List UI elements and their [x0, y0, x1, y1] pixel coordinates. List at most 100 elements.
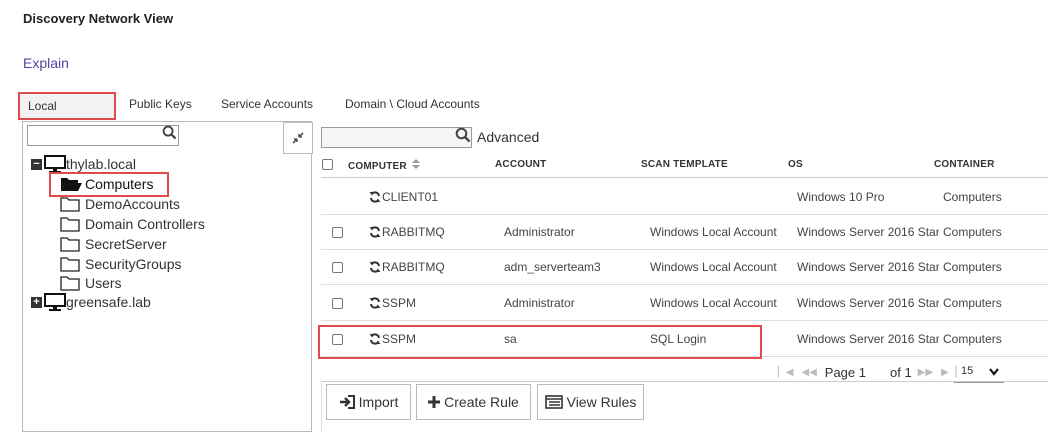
- container-cell: Computers: [943, 296, 1002, 310]
- tab-domain-cloud-accounts[interactable]: Domain \ Cloud Accounts: [337, 92, 488, 120]
- prev-page-icon[interactable]: ◀◀: [801, 367, 816, 378]
- row-checkbox[interactable]: [332, 227, 343, 238]
- folder-icon: [60, 257, 80, 272]
- tree-node-domain-controllers[interactable]: Domain Controllers: [60, 214, 205, 234]
- computer-icon: [44, 155, 66, 173]
- row-highlight: [318, 325, 762, 359]
- page-size-value: 15: [961, 365, 974, 377]
- tree-node-users[interactable]: Users: [60, 273, 122, 293]
- expand-toggle-icon[interactable]: +: [31, 296, 42, 308]
- account-cell: Administrator: [504, 225, 575, 239]
- collapse-icon: [292, 132, 304, 144]
- refresh-icon: [369, 226, 381, 238]
- view-rules-button[interactable]: View Rules: [537, 384, 644, 420]
- tab-service-accounts[interactable]: Service Accounts: [213, 92, 321, 120]
- os-cell: Windows Server 2016 Star: [797, 225, 939, 239]
- computer-name: CLIENT01: [382, 190, 439, 204]
- tree-node-thylab-local[interactable]: − thylab.local: [31, 154, 136, 174]
- create-rule-button[interactable]: Create Rule: [416, 384, 531, 420]
- container-cell: Computers: [943, 332, 1002, 346]
- scan-template-cell: Windows Local Account: [650, 296, 777, 310]
- page-of-label: of 1: [889, 364, 912, 380]
- tab-bar: Local Accounts Public Keys Service Accou…: [18, 92, 498, 137]
- column-header-os[interactable]: OS: [788, 159, 803, 170]
- folder-icon: [60, 197, 80, 212]
- computer-icon: [44, 293, 66, 311]
- tree-search-input[interactable]: [27, 125, 179, 146]
- tab-label: Service Accounts: [221, 97, 314, 111]
- chevron-down-icon: [989, 368, 999, 376]
- tree-node-label: SecurityGroups: [85, 256, 182, 272]
- collapse-tree-button[interactable]: [283, 122, 313, 154]
- plus-icon: [428, 396, 441, 408]
- os-cell: Windows Server 2016 Star: [797, 332, 939, 346]
- computer-cell: RABBITMQ: [369, 225, 445, 239]
- refresh-icon: [369, 261, 381, 273]
- import-button[interactable]: Import: [326, 384, 411, 420]
- computer-cell: CLIENT01: [369, 190, 438, 204]
- tree-node-label: DemoAccounts: [85, 196, 180, 212]
- column-header-account[interactable]: ACCOUNT: [495, 159, 546, 170]
- tab-public-keys[interactable]: Public Keys: [121, 92, 200, 120]
- tab-local-accounts[interactable]: Local Accounts: [18, 92, 116, 137]
- folder-icon: [60, 217, 80, 232]
- page-title: Discovery Network View: [23, 11, 174, 26]
- container-cell: Computers: [943, 190, 1002, 204]
- column-header-scan-template[interactable]: SCAN TEMPLATE: [641, 159, 728, 170]
- computer-name: RABBITMQ: [382, 225, 445, 239]
- refresh-icon: [369, 191, 381, 203]
- tree-node-label: Domain Controllers: [85, 216, 205, 232]
- explain-link[interactable]: Explain: [23, 55, 69, 71]
- os-cell: Windows Server 2016 Star: [797, 296, 939, 310]
- grid-search-input[interactable]: [321, 127, 472, 148]
- folder-icon: [60, 276, 80, 291]
- table-row[interactable]: RABBITMQ adm_serverteam3 Windows Local A…: [321, 250, 1048, 285]
- first-page-icon[interactable]: ▏◀: [778, 367, 793, 378]
- tree-node-secretserver[interactable]: SecretServer: [60, 234, 167, 254]
- sort-icon: [411, 159, 420, 169]
- next-page-icon[interactable]: ▶▶: [918, 367, 933, 378]
- scan-template-cell: Windows Local Account: [650, 225, 777, 239]
- view-rules-label: View Rules: [566, 394, 637, 410]
- account-cell: Administrator: [504, 296, 575, 310]
- row-checkbox[interactable]: [332, 262, 343, 273]
- table-row[interactable]: SSPM Administrator Windows Local Account…: [321, 286, 1048, 321]
- table-row[interactable]: CLIENT01 Windows 10 Pro Computers: [321, 180, 1048, 215]
- grid-header: COMPUTER ACCOUNT SCAN TEMPLATE OS CONTAI…: [321, 154, 1048, 178]
- table-row[interactable]: RABBITMQ Administrator Windows Local Acc…: [321, 215, 1048, 250]
- tree-node-demoaccounts[interactable]: DemoAccounts: [60, 194, 180, 214]
- page-size-select[interactable]: 15: [954, 359, 1004, 383]
- tree-node-label: Users: [85, 275, 122, 291]
- folder-icon: [60, 237, 80, 252]
- os-cell: Windows Server 2016 Star: [797, 260, 939, 274]
- row-checkbox[interactable]: [332, 298, 343, 309]
- os-cell: Windows 10 Pro: [797, 190, 885, 204]
- collapse-toggle-icon[interactable]: −: [31, 158, 42, 170]
- scan-template-cell: Windows Local Account: [650, 260, 777, 274]
- container-cell: Computers: [943, 225, 1002, 239]
- tree-panel: − thylab.local Computers DemoAccounts Do…: [22, 121, 313, 432]
- column-label: COMPUTER: [348, 161, 407, 172]
- tree-node-securitygroups[interactable]: SecurityGroups: [60, 254, 181, 274]
- computer-name: RABBITMQ: [382, 260, 445, 274]
- container-cell: Computers: [943, 260, 1002, 274]
- computer-cell: RABBITMQ: [369, 260, 445, 274]
- tree-node-greensafe-lab[interactable]: + greensafe.lab: [31, 292, 151, 312]
- search-icon[interactable]: [162, 125, 177, 140]
- import-label: Import: [358, 394, 399, 410]
- column-header-computer[interactable]: COMPUTER: [348, 159, 420, 172]
- advanced-search-link[interactable]: Advanced: [477, 129, 539, 145]
- refresh-icon: [369, 297, 381, 309]
- column-header-container[interactable]: CONTAINER: [934, 159, 995, 170]
- select-all-checkbox[interactable]: [322, 159, 333, 170]
- tree-node-label: greensafe.lab: [66, 294, 151, 310]
- tab-label: Domain \ Cloud Accounts: [345, 97, 480, 111]
- pager: ▏◀ ◀◀ Page 1 of 1 ▶▶ ▶▕: [778, 362, 964, 382]
- account-cell: adm_serverteam3: [504, 260, 601, 274]
- computer-name: SSPM: [382, 296, 417, 310]
- page-label: Page 1: [824, 364, 866, 380]
- tree-node-label: SecretServer: [85, 236, 167, 252]
- import-icon: [339, 395, 355, 409]
- tree-node-label: thylab.local: [66, 156, 137, 172]
- search-icon[interactable]: [455, 127, 471, 143]
